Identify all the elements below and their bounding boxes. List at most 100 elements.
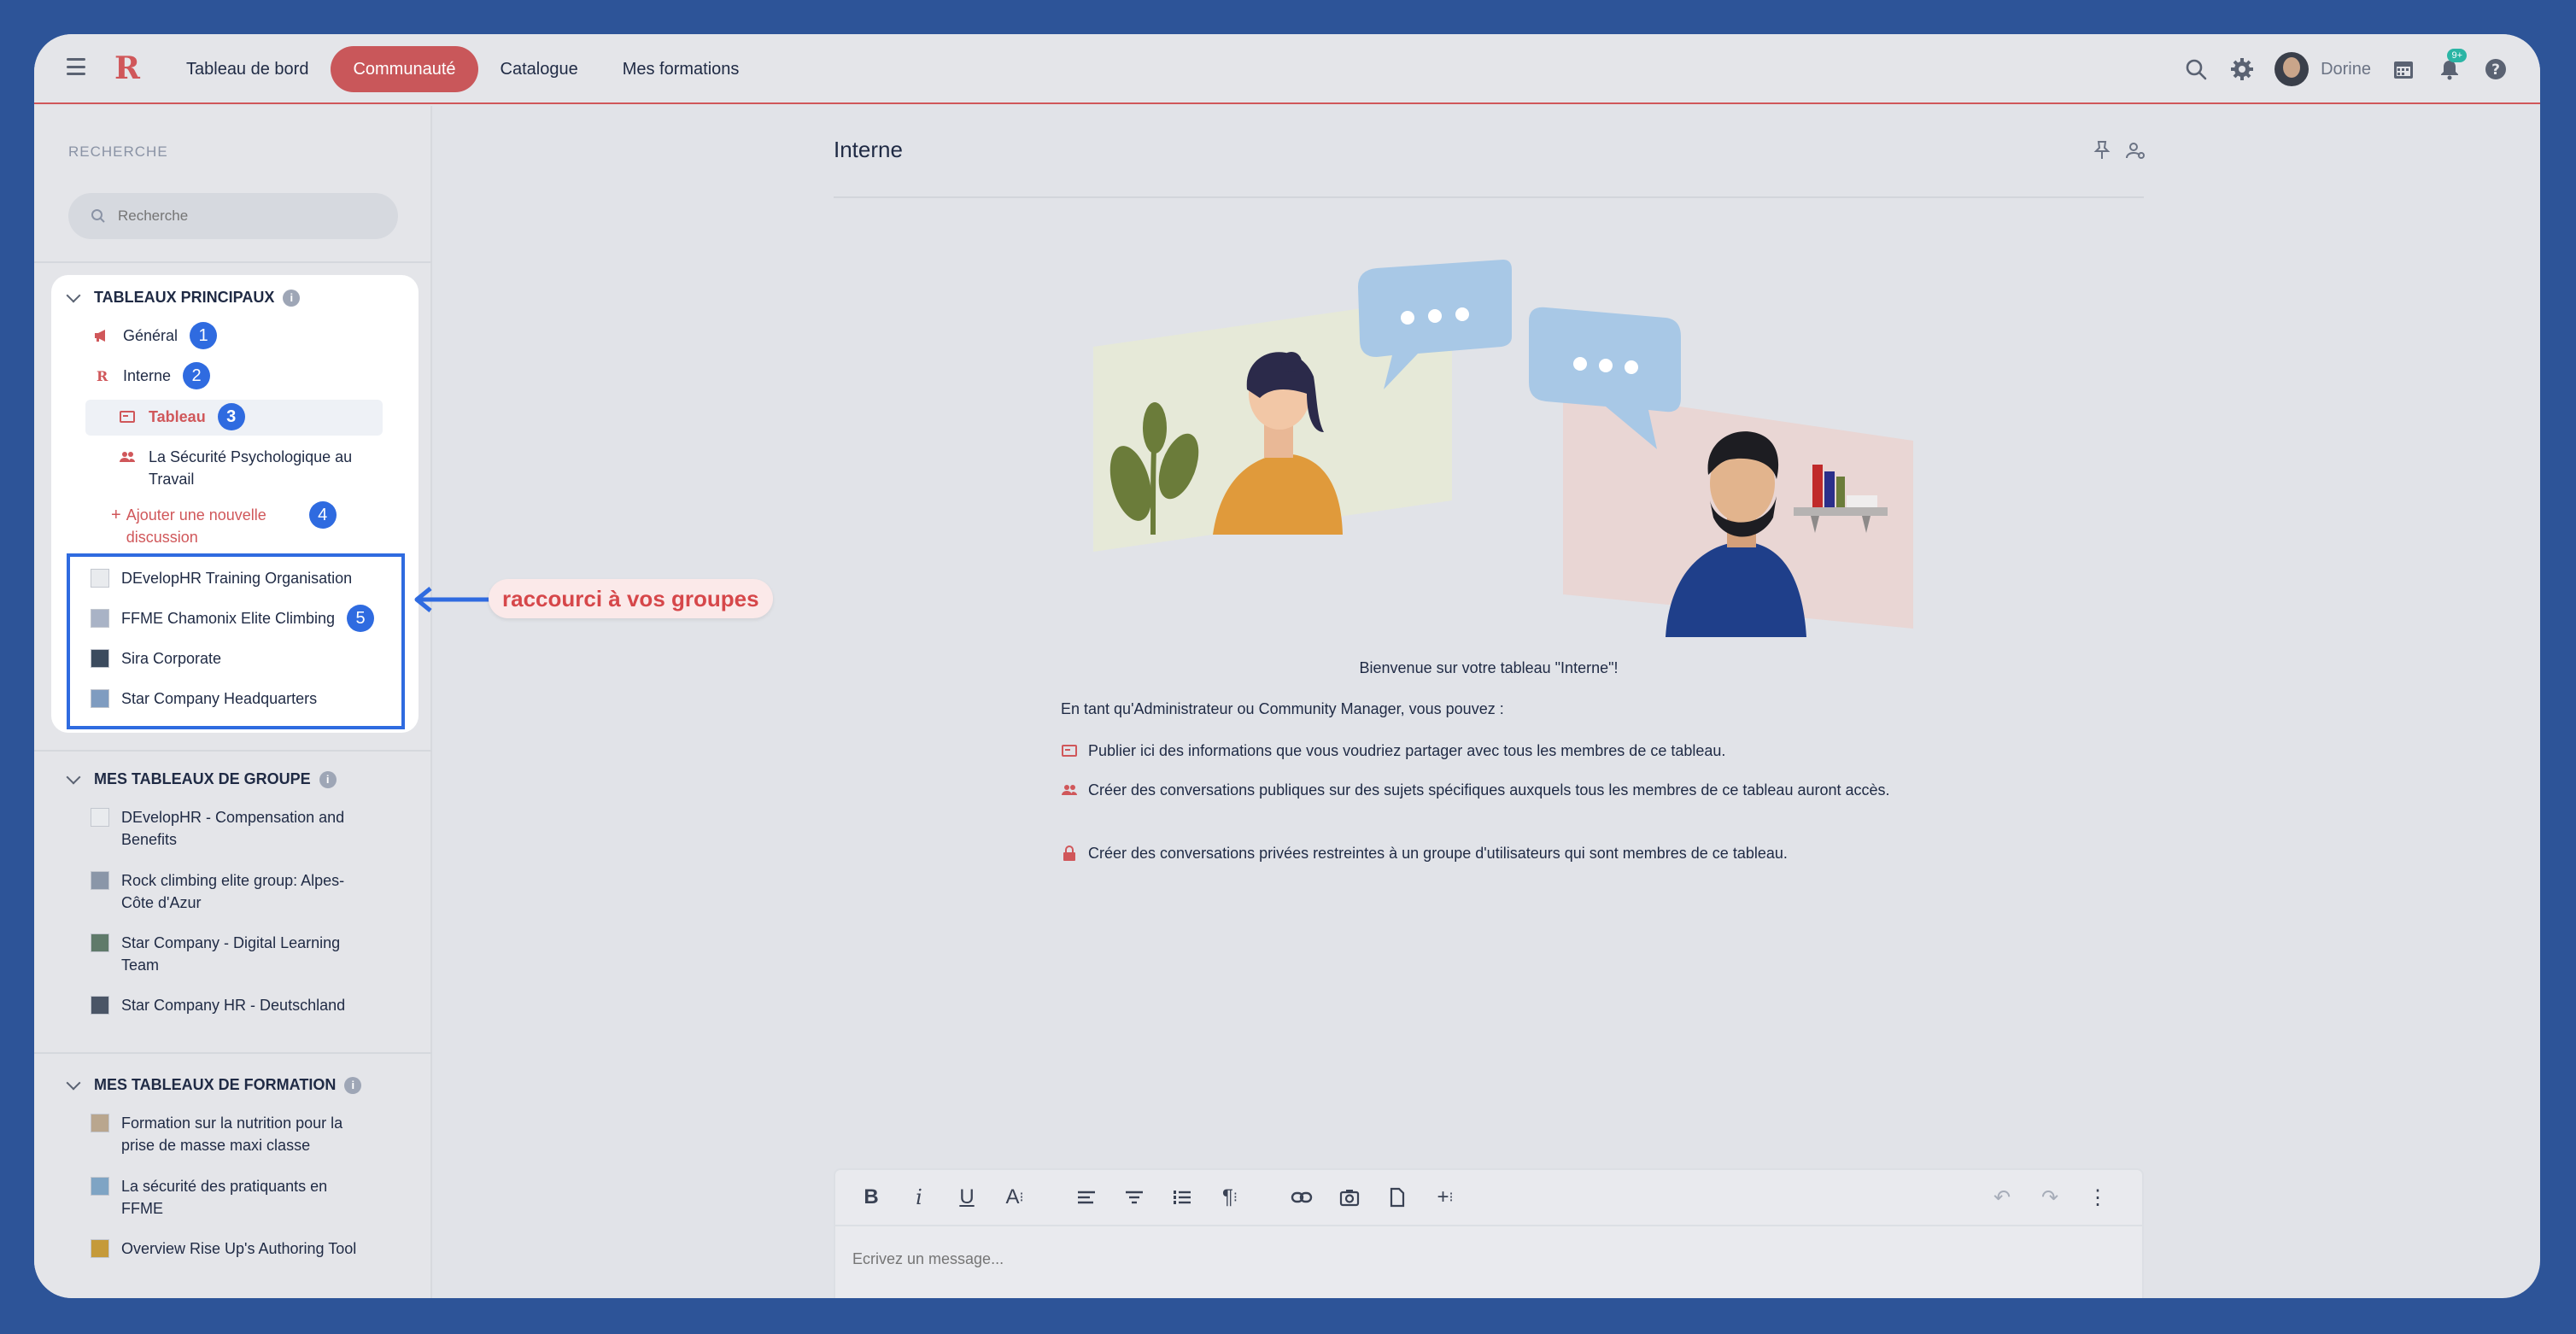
- message-input[interactable]: [852, 1242, 2048, 1276]
- group-thumbnail: [91, 996, 109, 1015]
- underline-icon[interactable]: U: [943, 1173, 991, 1221]
- paragraph-icon[interactable]: ¶ ⁝: [1206, 1173, 1254, 1221]
- group-board-item[interactable]: Star Company HR - Deutschland: [91, 994, 364, 1016]
- sidebar-item-internal[interactable]: R Interne 2: [92, 362, 211, 389]
- app-logo[interactable]: R: [114, 51, 140, 85]
- italic-icon[interactable]: i: [895, 1173, 943, 1221]
- main-boards-header[interactable]: TABLEAUX PRINCIPAUX i: [66, 288, 301, 307]
- user-name[interactable]: Dorine: [2321, 60, 2371, 79]
- search-icon[interactable]: [2182, 56, 2210, 83]
- search-input[interactable]: [118, 208, 374, 225]
- chevron-down-icon[interactable]: [66, 1075, 81, 1090]
- search-icon: [91, 209, 105, 223]
- nav-dashboard[interactable]: Tableau de bord: [164, 46, 331, 92]
- welcome-illustration: [1093, 260, 1913, 637]
- app-window: R Tableau de bord Communauté Catalogue M…: [34, 34, 2540, 1298]
- group-thumbnail: [91, 1239, 109, 1258]
- redo-icon[interactable]: ↷: [2026, 1173, 2074, 1221]
- numbered-list-icon[interactable]: [1158, 1173, 1206, 1221]
- nav-community[interactable]: Communauté: [331, 46, 478, 92]
- align-center-icon[interactable]: [1110, 1173, 1158, 1221]
- step-badge: 2: [183, 362, 211, 389]
- users-icon: [118, 448, 137, 466]
- divider: [34, 261, 432, 263]
- info-icon[interactable]: i: [319, 770, 337, 788]
- align-left-icon[interactable]: [1063, 1173, 1110, 1221]
- step-badge: 1: [190, 322, 218, 349]
- group-thumbnail: [91, 871, 109, 890]
- board-icon: [118, 407, 137, 426]
- add-discussion-button[interactable]: + Ajouter une nouvelle discussion 4: [111, 501, 393, 548]
- svg-text:?: ?: [2491, 61, 2500, 79]
- megaphone-icon: [92, 326, 111, 345]
- group-thumbnail: [91, 933, 109, 952]
- sidebar-item-board[interactable]: Tableau 3: [118, 403, 245, 430]
- file-icon[interactable]: [1373, 1173, 1421, 1221]
- logo-icon: R: [92, 366, 111, 385]
- svg-text:R: R: [97, 368, 108, 383]
- menu-icon[interactable]: [67, 58, 85, 75]
- group-board-item[interactable]: Rock climbing elite group: Alpes-Côte d'…: [91, 869, 364, 914]
- top-navigation: R Tableau de bord Communauté Catalogue M…: [34, 34, 2540, 104]
- calendar-icon[interactable]: [2390, 56, 2417, 83]
- arrow-left-icon: [414, 587, 490, 612]
- search-label: RECHERCHE: [68, 143, 168, 160]
- user-settings-icon[interactable]: [2125, 140, 2146, 161]
- training-board-item[interactable]: La sécurité des pratiquants en FFME: [91, 1175, 364, 1220]
- welcome-message: Bienvenue sur votre tableau "Interne"!: [1359, 659, 1619, 676]
- page-title: Interne: [834, 137, 903, 162]
- avatar[interactable]: [2274, 52, 2310, 86]
- step-badge: 4: [308, 501, 337, 529]
- lock-icon: [1063, 845, 1075, 861]
- main-boards-title: TABLEAUX PRINCIPAUX: [94, 289, 275, 306]
- training-board-item[interactable]: Formation sur la nutrition pour la prise…: [91, 1112, 364, 1156]
- title-divider: [834, 196, 2144, 198]
- group-thumbnail: [91, 1114, 109, 1132]
- info-icon[interactable]: i: [283, 289, 301, 307]
- step-badge: 3: [217, 403, 245, 430]
- divider: [34, 1052, 432, 1054]
- group-board-item[interactable]: DEvelopHR - Compensation and Benefits: [91, 806, 364, 851]
- pin-icon[interactable]: [2093, 140, 2111, 161]
- search-box[interactable]: [68, 193, 398, 239]
- chevron-down-icon[interactable]: [66, 288, 81, 302]
- group-boards-header[interactable]: MES TABLEAUX DE GROUPE i: [66, 769, 337, 788]
- intro-text: En tant qu'Administrateur ou Community M…: [1061, 700, 1504, 717]
- training-board-item[interactable]: Overview Rise Up's Authoring Tool: [91, 1237, 364, 1260]
- editor-toolbar: B i U A ⁝ ¶ ⁝ + ⁝ ↶ ↷ ⋮: [835, 1170, 2142, 1226]
- info-icon[interactable]: i: [344, 1076, 362, 1094]
- board-icon: [1062, 745, 1077, 757]
- notification-badge: 9+: [2447, 49, 2467, 62]
- camera-icon[interactable]: [1326, 1173, 1373, 1221]
- chevron-down-icon[interactable]: [66, 769, 81, 784]
- undo-icon[interactable]: ↶: [1978, 1173, 2026, 1221]
- sidebar-item-discussion[interactable]: La Sécurité Psychologique au Travail: [118, 446, 374, 490]
- sidebar-item-general[interactable]: Général 1: [92, 322, 218, 349]
- insert-more-icon[interactable]: + ⁝: [1421, 1173, 1469, 1221]
- training-boards-header[interactable]: MES TABLEAUX DE FORMATION i: [66, 1075, 362, 1094]
- group-boards-title: MES TABLEAUX DE GROUPE: [94, 770, 311, 787]
- training-boards-title: MES TABLEAUX DE FORMATION: [94, 1076, 337, 1093]
- bell-icon[interactable]: 9+: [2436, 49, 2467, 83]
- nav-my-trainings[interactable]: Mes formations: [600, 46, 762, 92]
- more-options-icon[interactable]: ⋮: [2074, 1173, 2122, 1221]
- nav-catalog[interactable]: Catalogue: [478, 46, 600, 92]
- plus-icon: +: [111, 506, 121, 524]
- group-thumbnail: [91, 1177, 109, 1196]
- groups-shortcut-annotation: raccourci à vos groupes: [489, 579, 773, 618]
- info-bullet: Publier ici des informations que vous vo…: [1061, 740, 1915, 762]
- bold-icon[interactable]: B: [847, 1173, 895, 1221]
- top-right-actions: Dorine 9+ ?: [2182, 49, 2509, 87]
- groups-highlight-box: [67, 553, 405, 729]
- main-nav: Tableau de bord Communauté Catalogue Mes…: [164, 46, 761, 92]
- help-icon[interactable]: ?: [2482, 56, 2509, 83]
- header-actions: [2093, 140, 2146, 161]
- link-icon[interactable]: [1278, 1173, 1326, 1221]
- text-size-icon[interactable]: A ⁝: [991, 1173, 1039, 1221]
- divider: [34, 750, 432, 752]
- info-bullet: Créer des conversations privées restrein…: [1061, 842, 1915, 864]
- gear-icon[interactable]: [2228, 56, 2256, 83]
- group-thumbnail: [91, 808, 109, 827]
- group-board-item[interactable]: Star Company - Digital Learning Team: [91, 932, 364, 976]
- sidebar: RECHERCHE TABLEAUX PRINCIPAUX i Général …: [34, 106, 432, 1298]
